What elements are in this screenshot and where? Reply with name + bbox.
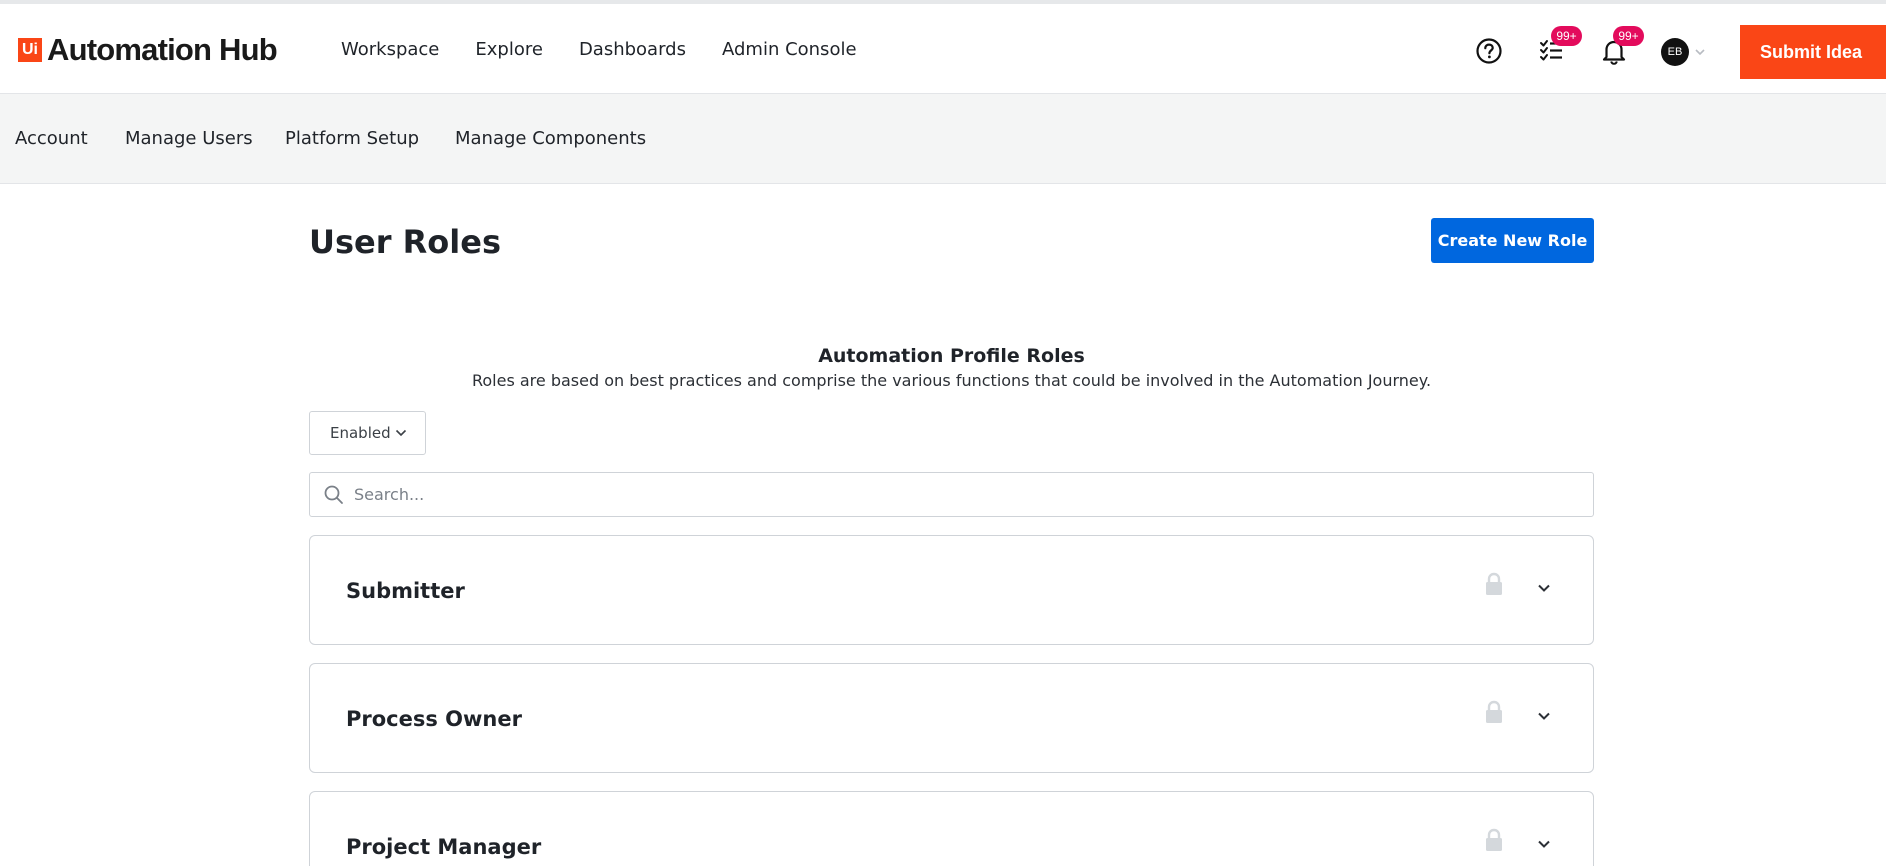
main-nav: Workspace Explore Dashboards Admin Conso… <box>341 38 893 62</box>
submit-idea-button[interactable]: Submit Idea <box>1740 25 1886 79</box>
section-title: Automation Profile Roles <box>818 345 1085 367</box>
role-search <box>309 472 1594 517</box>
notifications-badge: 99+ <box>1613 26 1644 46</box>
nav-dashboards[interactable]: Dashboards <box>579 38 686 62</box>
admin-subnav: Account Manage Users Platform Setup Mana… <box>0 94 1886 184</box>
tasks-button[interactable]: 99+ <box>1535 26 1582 68</box>
subnav-account[interactable]: Account <box>15 127 88 151</box>
app-title: Automation Hub <box>47 32 278 67</box>
notifications-button[interactable]: 99+ <box>1597 26 1644 68</box>
search-icon <box>324 485 343 504</box>
nav-workspace[interactable]: Workspace <box>341 38 439 62</box>
chevron-down-icon[interactable] <box>1534 706 1554 726</box>
subnav-manage-components[interactable]: Manage Components <box>455 127 646 151</box>
lock-icon <box>1486 828 1502 851</box>
role-name: Project Manager <box>346 835 542 859</box>
chevron-down-icon[interactable] <box>1693 45 1707 59</box>
lock-icon <box>1486 700 1502 723</box>
help-icon <box>1476 38 1502 64</box>
role-card-project-manager[interactable]: Project Manager <box>309 791 1594 866</box>
status-filter-value: Enabled <box>330 424 391 442</box>
tasks-badge: 99+ <box>1551 26 1582 46</box>
user-avatar[interactable]: EB <box>1661 38 1689 66</box>
status-filter-dropdown[interactable]: Enabled <box>309 411 426 455</box>
page-title: User Roles <box>309 223 501 261</box>
top-header: Ui Automation Hub Workspace Explore Dash… <box>0 4 1886 94</box>
subnav-manage-users[interactable]: Manage Users <box>125 127 253 151</box>
create-new-role-button[interactable]: Create New Role <box>1431 218 1594 263</box>
nav-explore[interactable]: Explore <box>475 38 543 62</box>
lock-icon <box>1486 572 1502 595</box>
nav-admin-console[interactable]: Admin Console <box>722 38 857 62</box>
section-description: Roles are based on best practices and co… <box>471 371 1432 390</box>
subnav-platform-setup[interactable]: Platform Setup <box>285 127 419 151</box>
uipath-logo-mark: Ui <box>18 38 42 62</box>
chevron-down-icon <box>395 429 406 437</box>
search-input[interactable] <box>354 473 1574 516</box>
chevron-down-icon[interactable] <box>1534 578 1554 598</box>
help-button[interactable] <box>1472 34 1506 68</box>
role-name: Submitter <box>346 579 465 603</box>
role-card-submitter[interactable]: Submitter <box>309 535 1594 645</box>
role-name: Process Owner <box>346 707 522 731</box>
role-card-process-owner[interactable]: Process Owner <box>309 663 1594 773</box>
app-logo[interactable]: Ui Automation Hub <box>18 32 278 67</box>
chevron-down-icon[interactable] <box>1534 834 1554 854</box>
